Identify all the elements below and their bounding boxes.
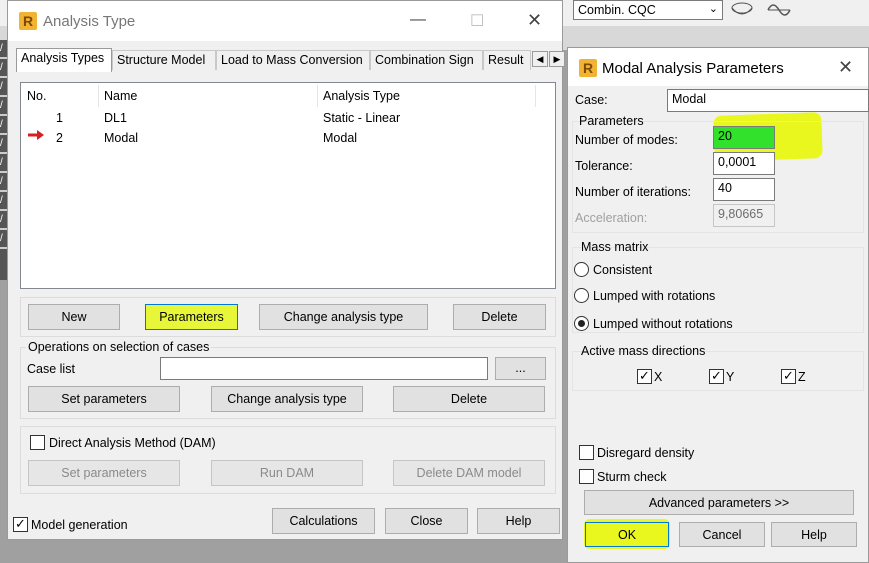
model-generation-checkbox[interactable]: ✓	[13, 517, 28, 532]
direction-x-checkbox[interactable]: ✓	[637, 369, 652, 384]
run-dam-button[interactable]: Run DAM	[211, 460, 363, 486]
delete-dam-model-button[interactable]: Delete DAM model	[393, 460, 545, 486]
dam-label: Direct Analysis Method (DAM)	[49, 436, 216, 450]
new-button[interactable]: New	[28, 304, 120, 330]
modal-analysis-parameters-dialog: R Modal Analysis Parameters ✕ Case: Moda…	[567, 47, 869, 563]
toolbar-wave-icon[interactable]	[766, 0, 792, 20]
disregard-density-checkbox[interactable]	[579, 445, 594, 460]
tab-result[interactable]: Result	[483, 50, 531, 70]
analysis-case-list[interactable]: No. Name Analysis Type 1 DL1 Static - Li…	[20, 82, 556, 289]
ops-change-analysis-type-button[interactable]: Change analysis type	[211, 386, 363, 412]
direction-z-label: Z	[798, 370, 806, 384]
parameters-label: Parameters	[579, 114, 644, 128]
tab-scroll-left-icon[interactable]: ◀	[532, 51, 548, 67]
chevron-down-icon: ⌄	[708, 3, 718, 15]
set-parameters-button[interactable]: Set parameters	[28, 386, 180, 412]
column-header-name[interactable]: Name	[104, 89, 137, 103]
direction-x-label: X	[654, 370, 663, 384]
calculations-button[interactable]: Calculations	[272, 508, 375, 534]
direction-z-checkbox[interactable]: ✓	[781, 369, 796, 384]
parameters-button[interactable]: Parameters	[145, 304, 238, 330]
lumped-with-rotations-label: Lumped with rotations	[593, 289, 716, 303]
direction-y-checkbox[interactable]: ✓	[709, 369, 724, 384]
operations-label: Operations on selection of cases	[26, 340, 212, 354]
tab-structure-model[interactable]: Structure Model	[112, 50, 216, 70]
titlebar: R Analysis Type — ☐ ✕	[8, 1, 562, 41]
radio-consistent[interactable]	[574, 262, 589, 277]
tolerance-input[interactable]: 0,0001	[713, 152, 775, 175]
model-generation-label: Model generation	[31, 518, 128, 532]
case-list-browse-button[interactable]: ...	[495, 357, 546, 380]
advanced-parameters-button[interactable]: Advanced parameters >>	[584, 490, 854, 515]
column-header-no[interactable]: No.	[27, 89, 46, 103]
tab-scroll-right-icon[interactable]: ▶	[549, 51, 565, 67]
sturm-check-checkbox[interactable]	[579, 469, 594, 484]
consistent-label: Consistent	[593, 263, 653, 277]
case-label: Case:	[575, 93, 608, 107]
dam-checkbox[interactable]	[30, 435, 45, 450]
dam-set-parameters-button[interactable]: Set parameters	[28, 460, 180, 486]
row-1-name[interactable]: DL1	[104, 111, 127, 125]
combination-value: Combin. CQC	[578, 3, 656, 17]
acceleration-label: Acceleration:	[575, 211, 648, 225]
analysis-type-dialog: R Analysis Type — ☐ ✕ Analysis Types Str…	[7, 0, 565, 540]
case-list-label: Case list	[27, 362, 75, 376]
maximize-icon[interactable]: ☐	[470, 11, 484, 31]
row-2-type[interactable]: Modal	[323, 131, 357, 145]
ok-button[interactable]: OK	[585, 522, 669, 547]
ops-delete-button[interactable]: Delete	[393, 386, 545, 412]
lumped-without-rotations-label: Lumped without rotations	[593, 317, 733, 331]
mass-matrix-label: Mass matrix	[581, 240, 649, 254]
current-row-arrow-icon	[27, 129, 45, 144]
row-2-no[interactable]: 2	[56, 131, 63, 145]
modal-titlebar: R Modal Analysis Parameters ✕	[568, 48, 868, 86]
robot-logo-icon: R	[579, 59, 597, 77]
radio-lumped-without-rotations[interactable]	[574, 316, 589, 331]
row-1-no[interactable]: 1	[56, 111, 63, 125]
acceleration-input: 9,80665	[713, 204, 775, 227]
sturm-check-label: Sturm check	[597, 470, 667, 484]
toolbar-bowl-icon[interactable]	[730, 0, 754, 20]
delete-button[interactable]: Delete	[453, 304, 546, 330]
help-button[interactable]: Help	[477, 508, 560, 534]
tolerance-label: Tolerance:	[575, 159, 633, 173]
modal-dialog-title: Modal Analysis Parameters	[602, 60, 784, 77]
number-of-modes-input[interactable]: 20	[713, 126, 775, 149]
change-analysis-type-button[interactable]: Change analysis type	[259, 304, 428, 330]
tab-bar: Analysis Types Structure Model Load to M…	[16, 48, 565, 72]
iterations-label: Number of iterations:	[575, 185, 692, 199]
iterations-input[interactable]: 40	[713, 178, 775, 201]
cancel-button[interactable]: Cancel	[679, 522, 765, 547]
close-button[interactable]: Close	[385, 508, 468, 534]
tab-combination-sign[interactable]: Combination Sign	[370, 50, 483, 70]
modes-label: Number of modes:	[575, 133, 678, 147]
modal-close-icon[interactable]: ✕	[838, 57, 853, 78]
directions-label: Active mass directions	[581, 344, 706, 358]
close-icon[interactable]: ✕	[527, 10, 542, 31]
row-2-name[interactable]: Modal	[104, 131, 138, 145]
column-header-type[interactable]: Analysis Type	[323, 89, 400, 103]
modal-help-button[interactable]: Help	[771, 522, 857, 547]
case-list-input[interactable]	[160, 357, 488, 380]
combination-dropdown[interactable]: Combin. CQC ⌄	[573, 0, 723, 20]
tab-load-to-mass[interactable]: Load to Mass Conversion	[216, 50, 370, 70]
row-1-type[interactable]: Static - Linear	[323, 111, 400, 125]
robot-logo-icon: R	[19, 12, 37, 30]
direction-y-label: Y	[726, 370, 735, 384]
case-field[interactable]: Modal	[667, 89, 869, 112]
minimize-icon[interactable]: —	[410, 11, 426, 29]
tab-analysis-types[interactable]: Analysis Types	[16, 48, 112, 72]
disregard-density-label: Disregard density	[597, 446, 695, 460]
radio-lumped-with-rotations[interactable]	[574, 288, 589, 303]
dialog-title: Analysis Type	[43, 13, 136, 30]
